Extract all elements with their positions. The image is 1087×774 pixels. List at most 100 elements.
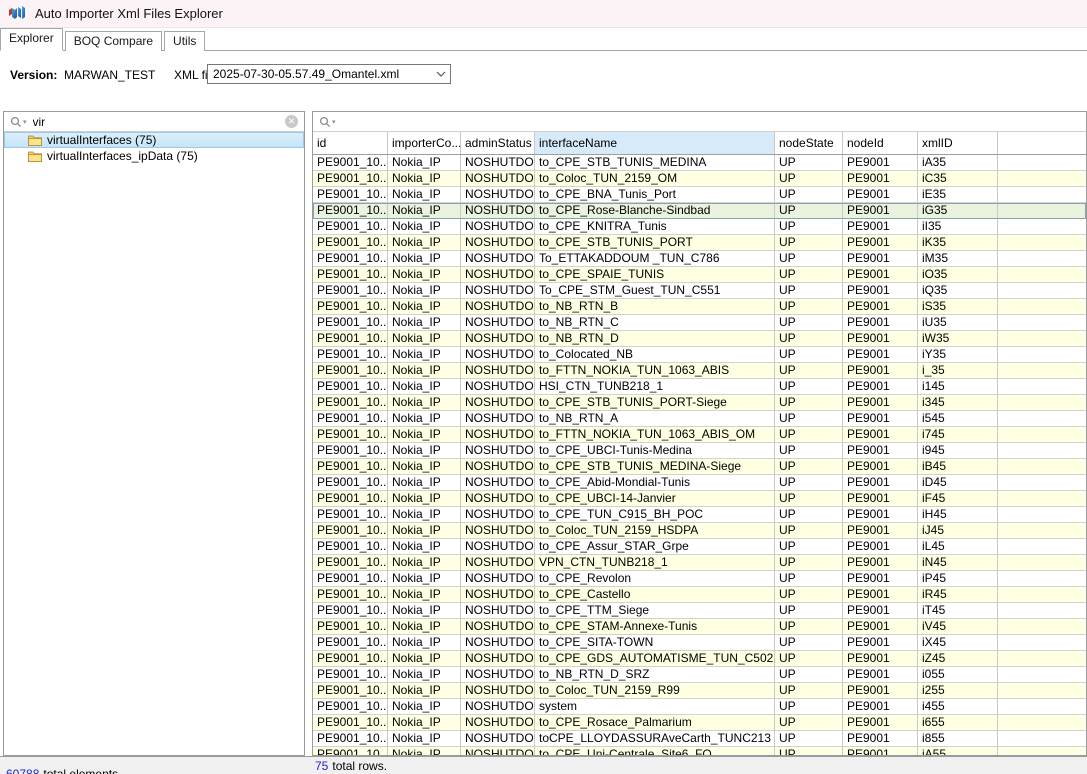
column-header-interfacename[interactable]: interfaceName: [535, 132, 775, 154]
column-header-adminstatus[interactable]: adminStatus: [461, 132, 535, 154]
table-row[interactable]: PE9001_10....Nokia_IPNOSHUTDO...VPN_CTN_…: [313, 555, 1086, 571]
table-cell: PE9001_10....: [313, 267, 388, 283]
column-header-importerco[interactable]: importerCo...: [388, 132, 461, 154]
table-row[interactable]: PE9001_10....Nokia_IPNOSHUTDO...to_NB_RT…: [313, 411, 1086, 427]
table-search-box[interactable]: ▾: [313, 112, 1086, 132]
table-cell: to_CPE_Castello: [535, 587, 775, 603]
table-cell: PE9001_10....: [313, 587, 388, 603]
folder-icon: [28, 150, 42, 162]
table-cell: NOSHUTDO...: [461, 699, 535, 715]
table-cell: UP: [775, 475, 843, 491]
table-row[interactable]: PE9001_10....Nokia_IPNOSHUTDO...to_CPE_U…: [313, 491, 1086, 507]
table-row[interactable]: PE9001_10....Nokia_IPNOSHUTDO...to_CPE_S…: [313, 619, 1086, 635]
table-cell-filler: [998, 363, 1086, 379]
table-row[interactable]: PE9001_10....Nokia_IPNOSHUTDO...to_Coloc…: [313, 171, 1086, 187]
column-header-nodeid[interactable]: nodeId: [843, 132, 918, 154]
table-cell: Nokia_IP: [388, 155, 461, 171]
table-row[interactable]: PE9001_10....Nokia_IPNOSHUTDO...To_ETTAK…: [313, 251, 1086, 267]
table-cell: PE9001_10....: [313, 347, 388, 363]
table-cell: iM35: [918, 251, 998, 267]
tab-explorer[interactable]: Explorer: [0, 28, 63, 51]
table-row[interactable]: PE9001_10....Nokia_IPNOSHUTDO...to_CPE_R…: [313, 203, 1086, 219]
table-row[interactable]: PE9001_10....Nokia_IPNOSHUTDO...to_CPE_S…: [313, 267, 1086, 283]
table-cell: Nokia_IP: [388, 443, 461, 459]
table-cell: iV45: [918, 619, 998, 635]
table-row[interactable]: PE9001_10....Nokia_IPNOSHUTDO...to_NB_RT…: [313, 331, 1086, 347]
clear-search-icon[interactable]: ✕: [285, 115, 298, 128]
table-cell: Nokia_IP: [388, 683, 461, 699]
table-row[interactable]: PE9001_10....Nokia_IPNOSHUTDO...to_FTTN_…: [313, 427, 1086, 443]
table-row[interactable]: PE9001_10....Nokia_IPNOSHUTDO...systemUP…: [313, 699, 1086, 715]
tab-utils[interactable]: Utils: [164, 31, 205, 51]
search-options-chevron-icon[interactable]: ▾: [23, 118, 27, 126]
search-options-chevron-icon[interactable]: ▾: [332, 118, 336, 126]
table-status-text: total rows.: [332, 759, 387, 773]
column-header-id[interactable]: id: [313, 132, 388, 154]
table-row[interactable]: PE9001_10....Nokia_IPNOSHUTDO...to_CPE_T…: [313, 507, 1086, 523]
table-row[interactable]: PE9001_10....Nokia_IPNOSHUTDO...to_CPE_G…: [313, 651, 1086, 667]
column-header-nodestate[interactable]: nodeState: [775, 132, 843, 154]
table-row[interactable]: PE9001_10....Nokia_IPNOSHUTDO...to_Coloc…: [313, 523, 1086, 539]
table-row[interactable]: PE9001_10....Nokia_IPNOSHUTDO...to_NB_RT…: [313, 315, 1086, 331]
table-row[interactable]: PE9001_10....Nokia_IPNOSHUTDO...To_CPE_S…: [313, 283, 1086, 299]
table-cell: Nokia_IP: [388, 507, 461, 523]
tree-item[interactable]: virtualInterfaces (75): [4, 132, 304, 148]
table-cell: PE9001: [843, 443, 918, 459]
table-row[interactable]: PE9001_10....Nokia_IPNOSHUTDO...to_NB_RT…: [313, 299, 1086, 315]
table-row[interactable]: PE9001_10....Nokia_IPNOSHUTDO...to_CPE_S…: [313, 155, 1086, 171]
table-row[interactable]: PE9001_10....Nokia_IPNOSHUTDO...to_CPE_T…: [313, 603, 1086, 619]
table-row[interactable]: PE9001_10....Nokia_IPNOSHUTDO...to_Coloc…: [313, 683, 1086, 699]
table-cell: NOSHUTDO...: [461, 363, 535, 379]
table-cell: UP: [775, 427, 843, 443]
table-row[interactable]: PE9001_10....Nokia_IPNOSHUTDO...to_Coloc…: [313, 347, 1086, 363]
table-cell: PE9001_10....: [313, 539, 388, 555]
tree-search-input[interactable]: vir: [33, 115, 285, 129]
app-logo-icon: [8, 5, 27, 22]
table-row[interactable]: PE9001_10....Nokia_IPNOSHUTDO...to_CPE_A…: [313, 475, 1086, 491]
table-cell: to_CPE_STB_TUNIS_MEDINA-Siege: [535, 459, 775, 475]
table-row[interactable]: PE9001_10....Nokia_IPNOSHUTDO...to_CPE_R…: [313, 715, 1086, 731]
table-cell: UP: [775, 219, 843, 235]
table-row[interactable]: PE9001_10....Nokia_IPNOSHUTDO...to_NB_RT…: [313, 667, 1086, 683]
table-cell: UP: [775, 539, 843, 555]
table-row[interactable]: PE9001_10....Nokia_IPNOSHUTDO...to_FTTN_…: [313, 363, 1086, 379]
table-row[interactable]: PE9001_10....Nokia_IPNOSHUTDO...toCPE_LL…: [313, 731, 1086, 747]
table-cell: to_NB_RTN_D: [535, 331, 775, 347]
table-row[interactable]: PE9001_10....Nokia_IPNOSHUTDO...to_CPE_S…: [313, 459, 1086, 475]
table-row[interactable]: PE9001_10....Nokia_IPNOSHUTDO...to_CPE_S…: [313, 635, 1086, 651]
table-cell: Nokia_IP: [388, 395, 461, 411]
table-cell: PE9001: [843, 347, 918, 363]
table-row[interactable]: PE9001_10....Nokia_IPNOSHUTDO...to_CPE_B…: [313, 187, 1086, 203]
table-row[interactable]: PE9001_10....Nokia_IPNOSHUTDO...to_CPE_K…: [313, 219, 1086, 235]
table-cell: PE9001_10....: [313, 635, 388, 651]
table-cell: UP: [775, 299, 843, 315]
table-row[interactable]: PE9001_10....Nokia_IPNOSHUTDO...to_CPE_U…: [313, 747, 1086, 755]
table-cell: NOSHUTDO...: [461, 491, 535, 507]
tree-search-box[interactable]: ▾ vir ✕: [4, 112, 304, 132]
table-cell: Nokia_IP: [388, 715, 461, 731]
table-cell: to_CPE_SPAIE_TUNIS: [535, 267, 775, 283]
table-row[interactable]: PE9001_10....Nokia_IPNOSHUTDO...to_CPE_U…: [313, 443, 1086, 459]
table-row[interactable]: PE9001_10....Nokia_IPNOSHUTDO...to_CPE_A…: [313, 539, 1086, 555]
column-header-xmlid[interactable]: xmlID: [918, 132, 998, 154]
table-cell: PE9001_10....: [313, 619, 388, 635]
table-cell-filler: [998, 267, 1086, 283]
table-cell: iN45: [918, 555, 998, 571]
table-cell: Nokia_IP: [388, 523, 461, 539]
table-cell: PE9001_10....: [313, 555, 388, 571]
table-cell: PE9001_10....: [313, 379, 388, 395]
table-row[interactable]: PE9001_10....Nokia_IPNOSHUTDO...to_CPE_S…: [313, 395, 1086, 411]
table-row[interactable]: PE9001_10....Nokia_IPNOSHUTDO...to_CPE_S…: [313, 235, 1086, 251]
table-row[interactable]: PE9001_10....Nokia_IPNOSHUTDO...to_CPE_C…: [313, 587, 1086, 603]
xml-file-select[interactable]: 2025-07-30-05.57.49_Omantel.xml: [207, 64, 451, 84]
table-cell: PE9001_10....: [313, 667, 388, 683]
table-cell: Nokia_IP: [388, 667, 461, 683]
table-cell: UP: [775, 347, 843, 363]
tab-boq-compare[interactable]: BOQ Compare: [65, 31, 162, 51]
table-cell-filler: [998, 571, 1086, 587]
table-cell: PE9001_10....: [313, 187, 388, 203]
table-cell: to_CPE_BNA_Tunis_Port: [535, 187, 775, 203]
tree-item[interactable]: virtualInterfaces_ipData (75): [4, 148, 304, 164]
table-row[interactable]: PE9001_10....Nokia_IPNOSHUTDO...HSI_CTN_…: [313, 379, 1086, 395]
table-row[interactable]: PE9001_10....Nokia_IPNOSHUTDO...to_CPE_R…: [313, 571, 1086, 587]
